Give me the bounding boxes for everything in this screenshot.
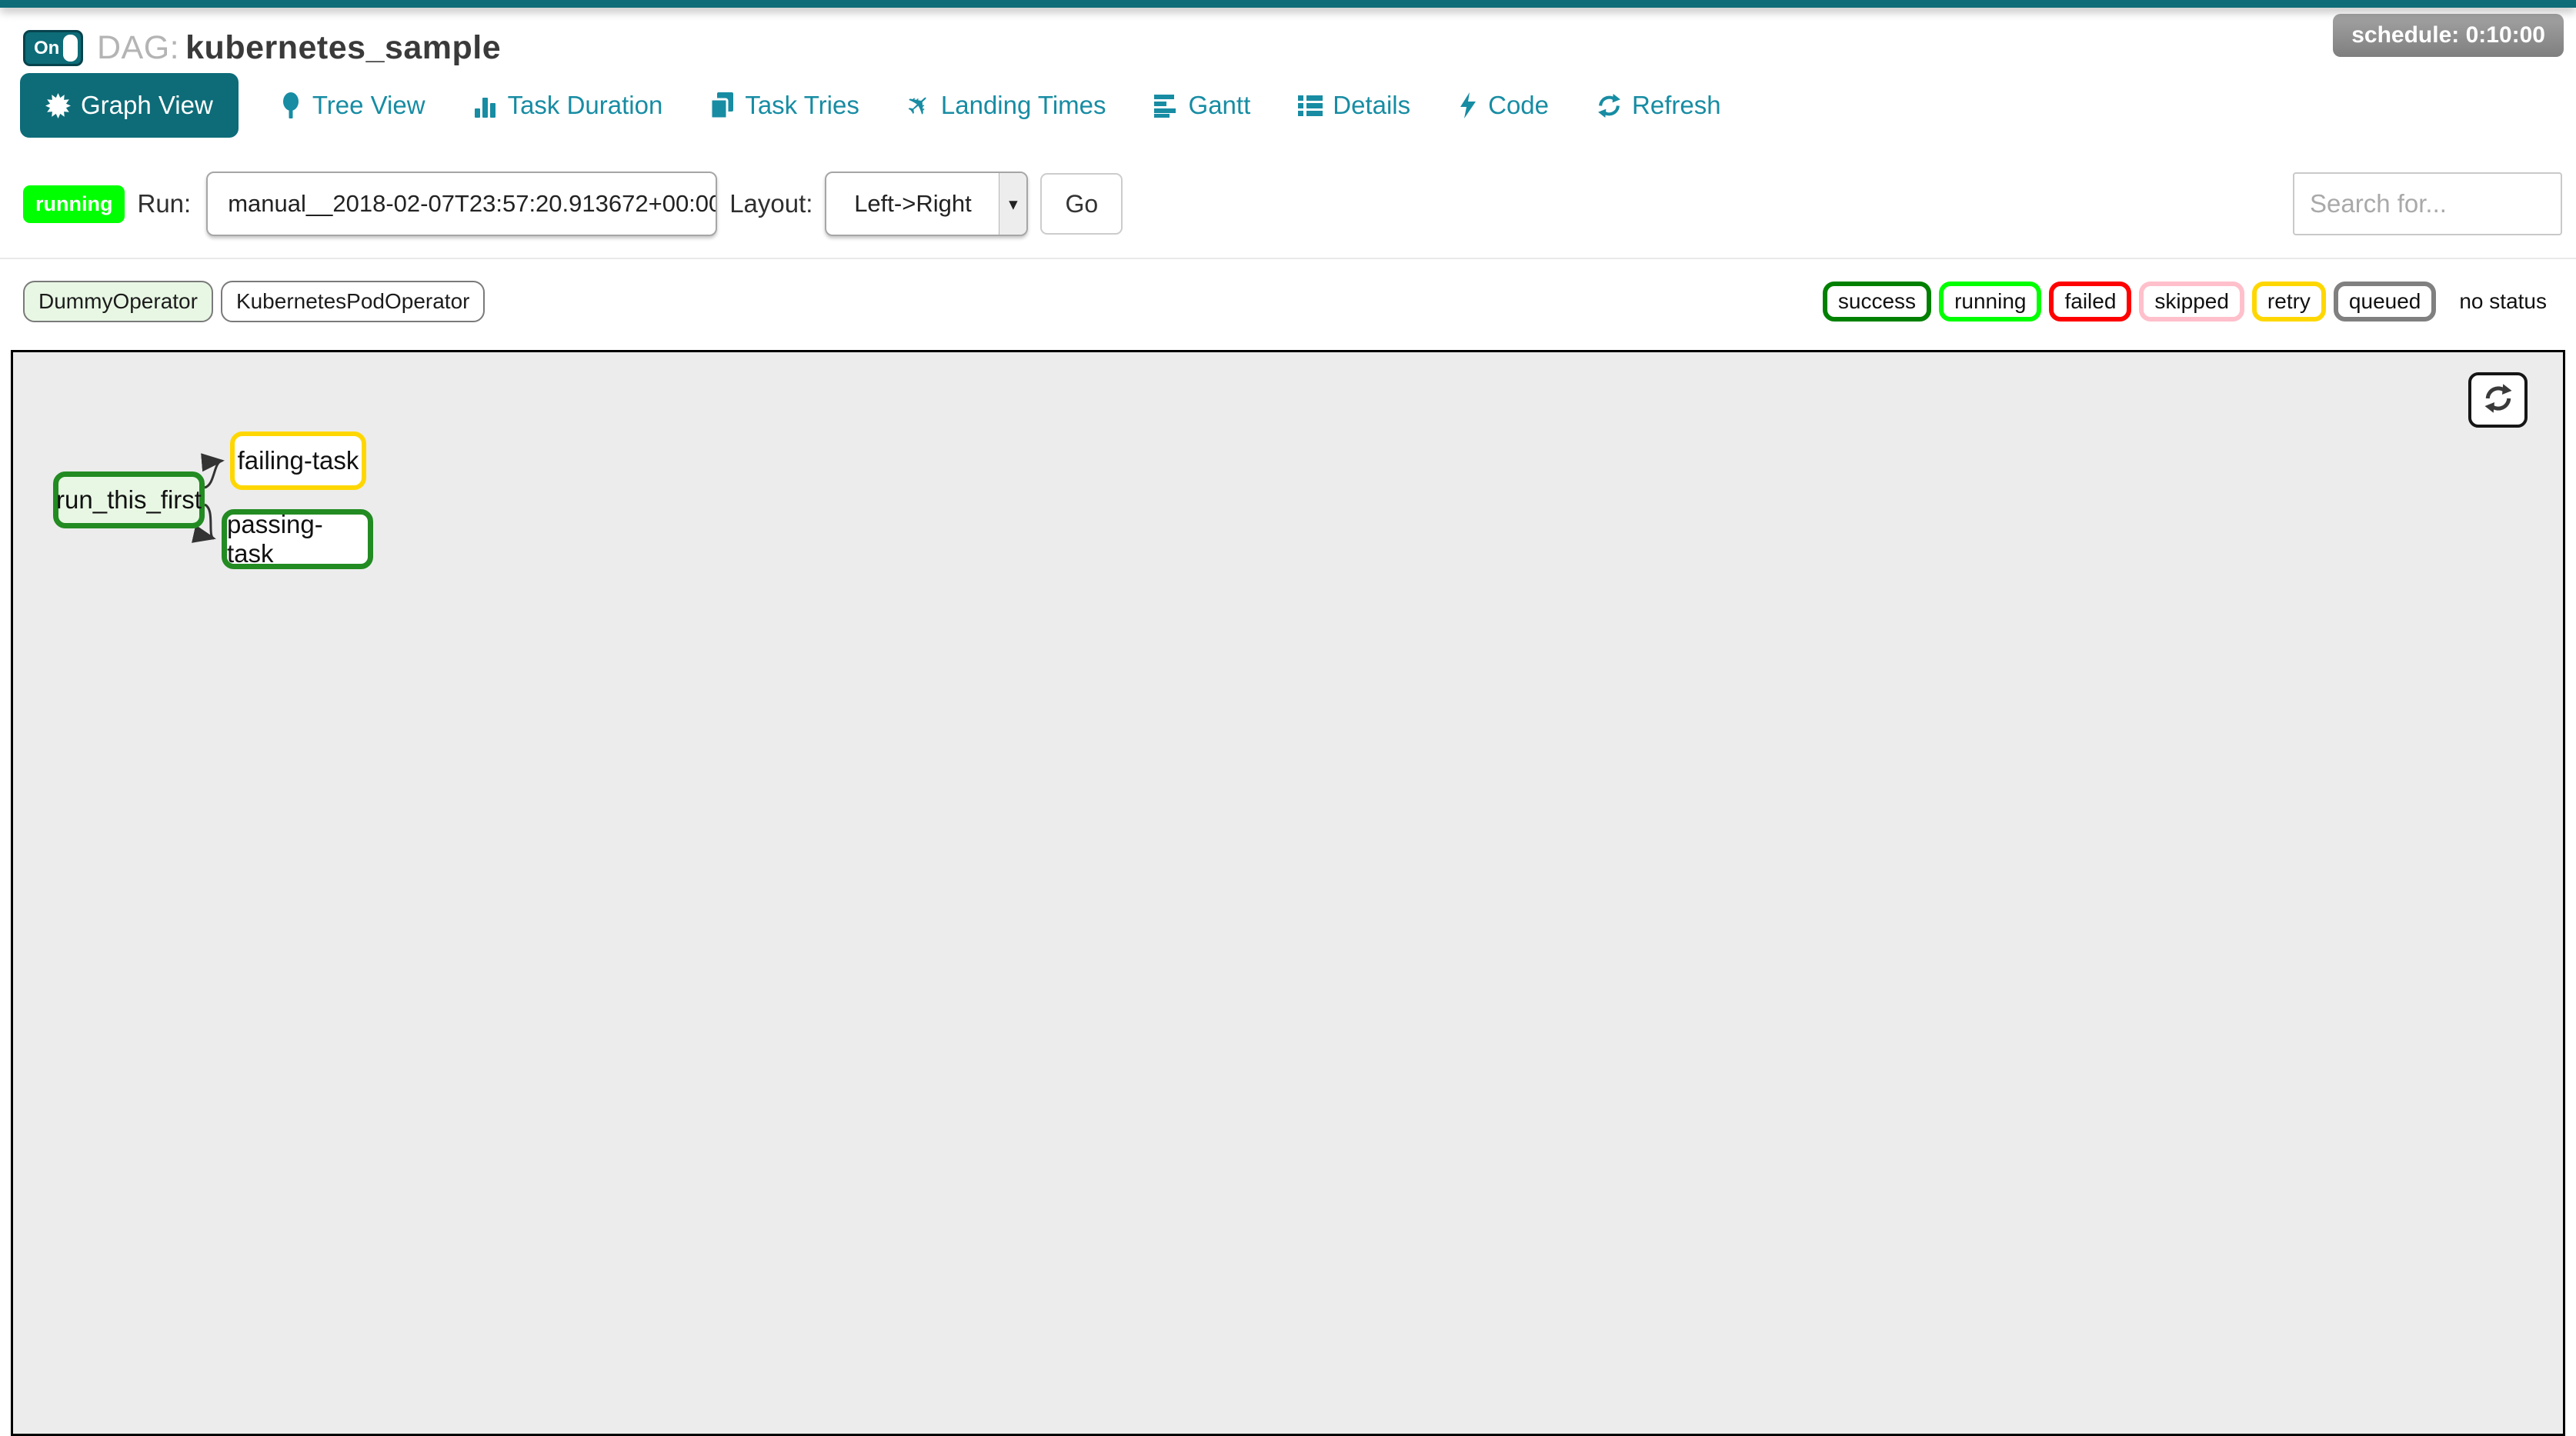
layout-label: Layout: — [729, 189, 813, 218]
refresh-icon — [1597, 93, 1622, 118]
tab-details[interactable]: Details — [1274, 91, 1434, 120]
tab-label: Landing Times — [941, 91, 1106, 120]
dag-name: kubernetes_sample — [185, 29, 501, 66]
edge-run-to-failing — [205, 461, 222, 488]
toggle-label: On — [34, 38, 59, 59]
tab-task-tries[interactable]: Task Tries — [686, 91, 883, 120]
schedule-badge: schedule: 0:10:00 — [2333, 14, 2564, 57]
bar-chart-icon — [473, 93, 498, 118]
run-select-value: manual__2018-02-07T23:57:20.913672+00:00 — [208, 173, 717, 235]
status-skipped: skipped — [2139, 282, 2244, 322]
tab-label: Gantt — [1189, 91, 1251, 120]
operator-legend-kubernetespodoperator[interactable]: KubernetesPodOperator — [221, 281, 486, 322]
status-success: success — [1823, 282, 1931, 322]
tab-gantt[interactable]: Gantt — [1130, 91, 1275, 120]
run-label: Run: — [137, 189, 191, 218]
dag-pause-toggle[interactable]: On — [23, 30, 83, 66]
tab-tree-view[interactable]: Tree View — [255, 91, 449, 120]
task-node-failing-task[interactable]: failing-task — [230, 431, 366, 490]
task-node-run-this-first[interactable]: run_this_first — [53, 471, 205, 528]
status-failed: failed — [2049, 282, 2131, 322]
status-running: running — [1939, 282, 2041, 322]
status-no-status: no status — [2444, 282, 2562, 322]
graph-refresh-button[interactable] — [2468, 372, 2528, 428]
align-left-icon — [1154, 93, 1179, 118]
tab-label: Code — [1488, 91, 1549, 120]
search-input[interactable] — [2293, 172, 2562, 235]
sunburst-icon — [45, 93, 71, 118]
status-queued: queued — [2334, 282, 2436, 322]
legend-bar: DummyOperator KubernetesPodOperator succ… — [0, 259, 2576, 339]
layout-select[interactable]: Left->Right ▾ — [825, 172, 1028, 236]
tab-label: Tree View — [312, 91, 425, 120]
status-legend: success running failed skipped retry que… — [1823, 282, 2562, 322]
dag-graph-canvas[interactable]: run_this_first failing-task passing-task — [11, 350, 2565, 1436]
tab-landing-times[interactable]: ✈ Landing Times — [883, 91, 1130, 120]
tab-task-duration[interactable]: Task Duration — [449, 91, 687, 120]
tab-label: Task Tries — [745, 91, 859, 120]
run-toolbar: running Run: manual__2018-02-07T23:57:20… — [0, 142, 2576, 255]
layout-select-value: Left->Right — [826, 173, 999, 235]
view-tabs: Graph View Tree View Task Duration Task … — [0, 70, 2576, 142]
tab-label: Details — [1333, 91, 1410, 120]
dag-prefix: DAG: — [97, 29, 179, 66]
list-icon — [1298, 93, 1323, 118]
edge-run-to-passing — [205, 505, 214, 538]
tab-graph-view[interactable]: Graph View — [20, 73, 239, 138]
toggle-knob — [63, 35, 78, 62]
tab-label: Task Duration — [508, 91, 663, 120]
task-node-passing-task[interactable]: passing-task — [222, 509, 373, 569]
go-button[interactable]: Go — [1040, 173, 1123, 235]
operator-legend-dummyoperator[interactable]: DummyOperator — [23, 281, 213, 322]
chevron-down-icon: ▾ — [999, 173, 1026, 235]
run-status-badge: running — [23, 185, 125, 223]
top-navbar — [0, 0, 2576, 8]
tab-label: Refresh — [1632, 91, 1721, 120]
status-retry: retry — [2252, 282, 2326, 322]
run-select[interactable]: manual__2018-02-07T23:57:20.913672+00:00… — [206, 172, 717, 236]
bolt-icon — [1458, 92, 1478, 118]
tab-code[interactable]: Code — [1434, 91, 1573, 120]
tab-label: Graph View — [81, 91, 213, 120]
refresh-icon — [2483, 383, 2514, 418]
tab-refresh[interactable]: Refresh — [1573, 91, 1745, 120]
page-title: DAG:kubernetes_sample — [97, 29, 501, 67]
dag-header: On DAG:kubernetes_sample schedule: 0:10:… — [0, 8, 2576, 70]
duplicate-icon — [710, 92, 735, 118]
plane-icon: ✈ — [902, 88, 936, 123]
tree-icon — [279, 92, 302, 118]
